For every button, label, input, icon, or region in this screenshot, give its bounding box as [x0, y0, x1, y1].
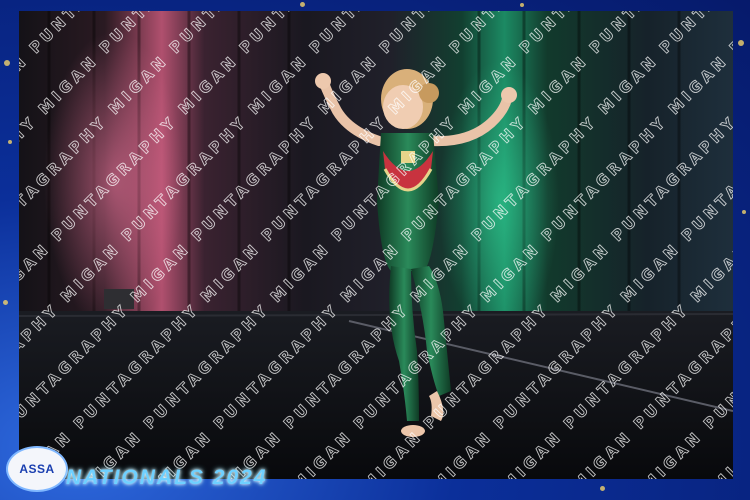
frame-sparkle — [600, 486, 605, 491]
frame-sparkle — [520, 3, 524, 7]
frame-sparkle — [300, 2, 305, 7]
stage-photo: MIGAN PUNTAGRAPHY MIGAN PUNTAGRAPHY MIGA… — [19, 11, 733, 479]
event-title: NATIONALS 2024 — [66, 466, 268, 489]
frame-sparkle — [3, 300, 8, 305]
stage-scene — [19, 11, 733, 479]
assa-logo: ASSA — [6, 446, 68, 492]
stage-monitor — [104, 289, 134, 309]
stage-floor — [19, 311, 733, 479]
frame-sparkle — [8, 140, 12, 144]
frame-sparkle — [742, 210, 746, 214]
frame-sparkle — [4, 60, 10, 66]
logo-text: ASSA — [19, 462, 55, 476]
pink-stage-light — [44, 31, 184, 331]
photo-frame: MIGAN PUNTAGRAPHY MIGAN PUNTAGRAPHY MIGA… — [0, 0, 750, 500]
frame-sparkle — [738, 40, 744, 46]
green-stage-light — [439, 61, 559, 341]
